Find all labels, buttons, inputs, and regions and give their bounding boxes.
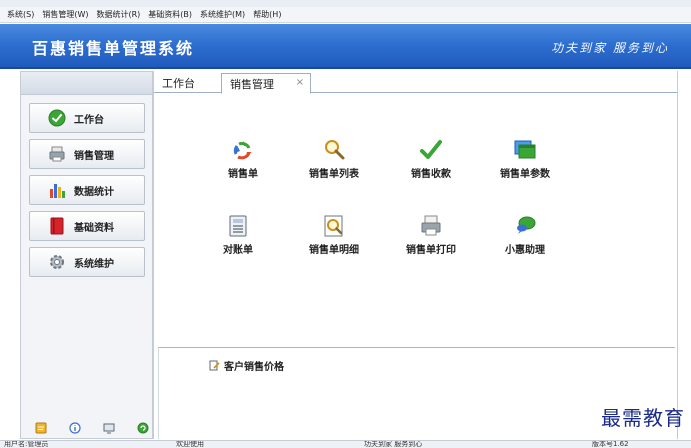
- status-welcome: 欢迎使用: [176, 440, 204, 448]
- func-label: 销售单打印: [406, 245, 456, 256]
- printer-icon: [421, 215, 441, 236]
- sidebar: 工作台 销售管理 数据统计 基础资料 系统维护: [20, 71, 153, 439]
- edit-document-icon: [209, 360, 220, 371]
- status-version: 版本号1.62: [592, 440, 629, 448]
- info-icon[interactable]: [69, 422, 81, 434]
- func-label: 销售单参数: [500, 169, 550, 180]
- func-label: 销售单列表: [309, 169, 359, 180]
- menu-system[interactable]: 系统(S): [3, 7, 38, 23]
- chat-bubble-icon: [517, 216, 536, 234]
- tab-bar: 工作台 销售管理 ×: [154, 71, 677, 94]
- app-title: 百惠销售单管理系统: [32, 39, 195, 58]
- sidebar-footer-toolbar: [35, 422, 149, 434]
- menu-statistics[interactable]: 数据统计(R): [92, 7, 144, 23]
- func-sales-print[interactable]: 销售单打印: [391, 214, 471, 256]
- magnifier-icon: [325, 140, 345, 160]
- menu-sales-management[interactable]: 销售管理(W): [38, 7, 92, 23]
- status-slogan: 功夫到家 服务到心: [364, 440, 423, 448]
- search-document-icon: [324, 215, 343, 237]
- gear-icon: [48, 253, 66, 271]
- sidebar-item-sales[interactable]: 销售管理: [29, 139, 145, 169]
- app-slogan: 功夫到家 服务到心: [551, 41, 669, 55]
- func-label: 销售收款: [411, 169, 451, 180]
- menu-basic-data[interactable]: 基础资料(B): [144, 7, 196, 23]
- recycle-icon: [233, 141, 252, 160]
- tab-label: 销售管理: [230, 78, 274, 91]
- note-icon[interactable]: [35, 422, 47, 434]
- tab-workbench[interactable]: 工作台: [162, 75, 195, 91]
- func-label: 小惠助理: [505, 245, 545, 256]
- menu-maintenance[interactable]: 系统维护(M): [196, 7, 249, 23]
- sidebar-item-label: 数据统计: [74, 186, 114, 198]
- sidebar-item-label: 基础资料: [74, 222, 114, 234]
- window-icon: [514, 140, 536, 159]
- app-header: 百惠销售单管理系统 功夫到家 服务到心: [0, 24, 691, 69]
- status-bar: 用户名:管理员 欢迎使用 功夫到家 服务到心 版本号1.62: [0, 440, 691, 448]
- func-label: 销售单: [228, 169, 258, 180]
- book-icon: [48, 217, 66, 235]
- func-sales-order[interactable]: 销售单: [203, 138, 283, 180]
- check-circle-icon: [48, 109, 66, 127]
- main-panel: 工作台 销售管理 × 销售单 销售单列表 销售收款 销售单参数 对账单 销售单明…: [153, 71, 678, 439]
- sidebar-item-label: 销售管理: [74, 150, 114, 162]
- checkmark-icon: [420, 140, 442, 159]
- printer-icon: [48, 145, 66, 163]
- func-label: 销售单明细: [309, 245, 359, 256]
- sidebar-item-workbench[interactable]: 工作台: [29, 103, 145, 133]
- sidebar-item-basic-data[interactable]: 基础资料: [29, 211, 145, 241]
- customer-price-panel: 客户销售价格: [158, 347, 675, 439]
- tab-close-button[interactable]: ×: [296, 77, 304, 88]
- refresh-icon[interactable]: [137, 422, 149, 434]
- sidebar-item-maintenance[interactable]: 系统维护: [29, 247, 145, 277]
- customer-price-link[interactable]: 客户销售价格: [209, 358, 284, 373]
- customer-price-label: 客户销售价格: [224, 362, 284, 373]
- status-user: 用户名:管理员: [4, 440, 49, 448]
- watermark-text: 最需教育: [601, 406, 685, 430]
- tab-sales-management[interactable]: 销售管理 ×: [221, 73, 311, 94]
- menu-help[interactable]: 帮助(H): [249, 7, 285, 23]
- sidebar-item-label: 工作台: [74, 114, 104, 126]
- sidebar-item-label: 系统维护: [74, 258, 114, 270]
- func-sales-detail[interactable]: 销售单明细: [294, 214, 374, 256]
- bar-chart-icon: [48, 181, 66, 199]
- sidebar-header: [21, 72, 152, 95]
- func-assistant[interactable]: 小惠助理: [485, 214, 565, 256]
- func-sales-list[interactable]: 销售单列表: [294, 138, 374, 180]
- func-label: 对账单: [223, 245, 253, 256]
- func-sales-collection[interactable]: 销售收款: [391, 138, 471, 180]
- sidebar-item-statistics[interactable]: 数据统计: [29, 175, 145, 205]
- func-statement[interactable]: 对账单: [198, 214, 278, 256]
- func-sales-params[interactable]: 销售单参数: [485, 138, 565, 180]
- monitor-icon[interactable]: [103, 422, 115, 434]
- calculator-icon: [229, 215, 247, 237]
- menu-bar: 系统(S) 销售管理(W) 数据统计(R) 基础资料(B) 系统维护(M) 帮助…: [0, 7, 691, 23]
